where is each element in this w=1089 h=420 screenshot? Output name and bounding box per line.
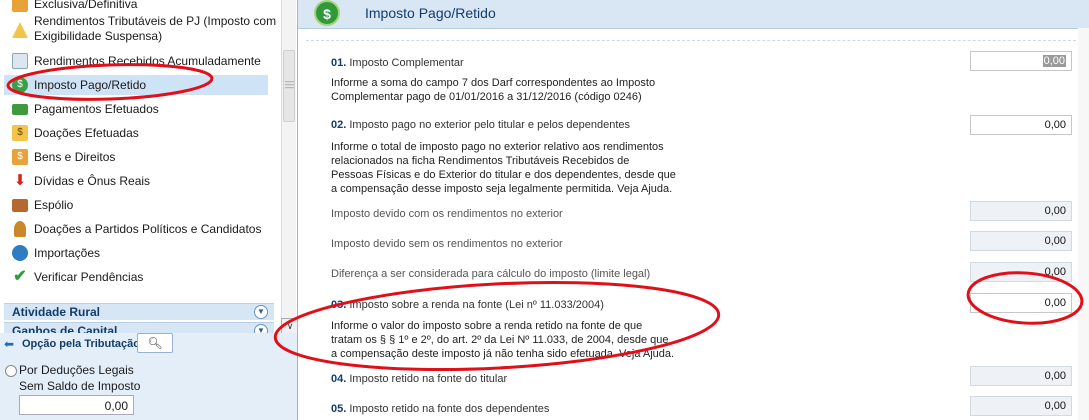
dollar-bag-icon: $: [12, 149, 28, 165]
globe-icon: [12, 245, 28, 261]
imposto-fonte-lei-input[interactable]: 0,00: [970, 293, 1072, 313]
section-atividade-rural[interactable]: Atividade Rural ▼: [4, 303, 274, 320]
search-button[interactable]: 🔍︎: [137, 333, 173, 353]
sidebar-item-label: Rendimentos Tributáveis de PJ (Imposto c…: [34, 14, 277, 28]
dollar-coin-icon: $: [12, 77, 28, 93]
dollar-coin-icon: $: [314, 0, 340, 26]
sidebar-item-dividas[interactable]: ⬇ Dívidas e Ônus Reais: [12, 171, 150, 191]
magnifier-document-icon: [12, 53, 28, 69]
imposto-exterior-input[interactable]: 0,00: [970, 115, 1072, 135]
sidebar-item-espolio[interactable]: Espólio: [12, 195, 73, 215]
radio-label: Por Deduções Legais: [19, 363, 134, 377]
field-label-devido-com: Imposto devido com os rendimentos no ext…: [331, 208, 563, 220]
field-label-01: 01. Imposto Complementar: [331, 57, 464, 69]
ribbon-icon: [14, 221, 26, 237]
scroll-grip-icon: — — —: [285, 76, 294, 92]
sidebar-item-pagamentos[interactable]: Pagamentos Efetuados: [12, 99, 159, 119]
field-label-devido-sem: Imposto devido sem os rendimentos no ext…: [331, 238, 563, 250]
sidebar-item-verificar[interactable]: ✔ Verificar Pendências: [12, 267, 143, 287]
expand-chevron-icon[interactable]: ▼: [254, 305, 268, 319]
page-title: Imposto Pago/Retido: [365, 5, 496, 21]
field-label-03: 03. Imposto sobre a renda na fonte (Lei …: [331, 299, 604, 311]
sidebar-item-label-2: Exigibilidade Suspensa): [34, 29, 163, 43]
field-label-05: 05. Imposto retido na fonte dos dependen…: [331, 403, 550, 415]
imposto-devido-com-field: 0,00: [970, 201, 1072, 221]
field-help-02: Informe o total de imposto pago no exter…: [331, 141, 676, 195]
saldo-imposto-field: 0,00: [19, 395, 134, 415]
search-icon: 🔍︎: [147, 336, 163, 350]
briefcase-icon: [12, 198, 28, 212]
sidebar-item-doacoes-partidos[interactable]: Doações a Partidos Políticos e Candidato…: [12, 219, 261, 239]
field-label-diferenca: Diferença a ser considerada para cálculo…: [331, 268, 651, 280]
imposto-retido-titular-field: 0,00: [970, 366, 1072, 386]
sidebar-item-rendimentos-pj[interactable]: Rendimentos Tributáveis de PJ (Imposto c…: [12, 14, 276, 44]
sidebar-item-bens[interactable]: $ Bens e Direitos: [12, 147, 115, 167]
sidebar-scrollbar[interactable]: [281, 0, 296, 320]
field-help-03: Informe o valor do imposto sobre a renda…: [331, 320, 675, 360]
sidebar-item-rra[interactable]: Rendimentos Recebidos Acumuladamente: [12, 51, 261, 71]
radio-deducoes-legais[interactable]: [5, 365, 17, 377]
balance-warning-icon: [12, 22, 28, 38]
arrow-left-icon: ⬅: [4, 337, 15, 351]
cash-icon: [12, 103, 28, 115]
checkmark-icon: ✔: [13, 268, 27, 285]
field-label-02: 02. Imposto pago no exterior pelo titula…: [331, 119, 631, 131]
opcao-tributacao-label: Opção pela Tributação:: [22, 338, 144, 350]
imposto-devido-sem-field: 0,00: [970, 231, 1072, 251]
sidebar-item-imposto-pago[interactable]: $ Imposto Pago/Retido: [12, 75, 146, 95]
diferenca-field: 0,00: [970, 262, 1072, 282]
sidebar-item-doacoes[interactable]: $ Doações Efetuadas: [12, 123, 139, 143]
saldo-label: Sem Saldo de Imposto: [19, 379, 141, 393]
sidebar-item-exclusiva[interactable]: Exclusiva/Definitiva: [12, 0, 137, 14]
divider: [306, 40, 1086, 42]
main-scrollbar[interactable]: [1078, 28, 1089, 420]
money-bag-icon: [12, 0, 28, 12]
imposto-complementar-input[interactable]: 0,00: [970, 51, 1072, 71]
dollar-note-icon: $: [12, 125, 28, 141]
sidebar-item-importacoes[interactable]: Importações: [12, 243, 100, 263]
field-help-01: Informe a soma do campo 7 dos Darf corre…: [331, 77, 656, 103]
down-arrow-red-icon: ⬇: [13, 172, 27, 189]
panel-divider: [297, 0, 298, 420]
field-label-04: 04. Imposto retido na fonte do titular: [331, 373, 508, 385]
imposto-retido-dependentes-field: 0,00: [970, 396, 1072, 416]
